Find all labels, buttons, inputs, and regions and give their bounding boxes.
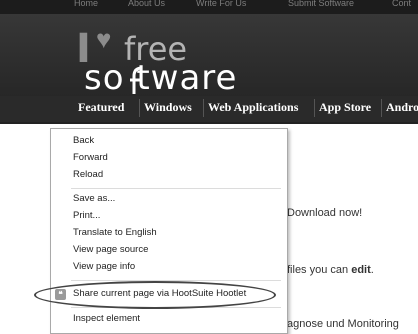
top-link-about[interactable]: About Us	[128, 0, 165, 8]
heart-icon: ♥	[96, 24, 112, 54]
nav-android[interactable]: Andro	[386, 100, 418, 115]
nav-app-store[interactable]: App Store	[319, 100, 371, 115]
menu-item-view-source[interactable]: View page source	[73, 244, 148, 255]
top-link-submit[interactable]: Submit Software	[288, 0, 354, 8]
menu-separator	[71, 188, 281, 189]
menu-item-save-as[interactable]: Save as...	[73, 193, 115, 204]
top-link-home[interactable]: Home	[74, 0, 98, 8]
menu-item-reload[interactable]: Reload	[73, 169, 103, 180]
logo-software: so tware	[84, 58, 238, 98]
menu-item-view-info[interactable]: View page info	[73, 261, 135, 272]
nav-featured[interactable]: Featured	[78, 100, 124, 115]
menu-item-translate[interactable]: Translate to English	[73, 227, 157, 238]
body-text-files: files you can edit.	[287, 264, 374, 276]
top-links: Home About Us Write For Us Submit Softwa…	[0, 0, 418, 14]
top-link-contact[interactable]: Cont	[392, 0, 411, 8]
nav-divider	[203, 99, 204, 117]
logo-f-icon	[130, 66, 143, 94]
menu-item-back[interactable]: Back	[73, 135, 94, 146]
nav-divider	[381, 99, 382, 117]
menu-item-print[interactable]: Print...	[73, 210, 100, 221]
site-header: Home About Us Write For Us Submit Softwa…	[0, 0, 418, 124]
highlight-ring	[34, 281, 276, 309]
body-text-monitoring: agnose und Monitoring	[287, 318, 399, 330]
nav-bar: Featured Windows Web Applications App St…	[0, 96, 418, 122]
nav-divider	[314, 99, 315, 117]
top-link-write[interactable]: Write For Us	[196, 0, 246, 8]
nav-divider	[139, 99, 140, 117]
body-text-period: .	[370, 264, 374, 276]
body-text-files-start: files you can	[287, 264, 352, 276]
menu-item-forward[interactable]: Forward	[73, 152, 108, 163]
body-text-edit: edit	[351, 264, 371, 276]
nav-web-applications[interactable]: Web Applications	[208, 100, 298, 115]
body-text-download: Download now!	[287, 207, 363, 219]
nav-windows[interactable]: Windows	[144, 100, 192, 115]
menu-item-inspect[interactable]: Inspect element	[73, 313, 140, 324]
